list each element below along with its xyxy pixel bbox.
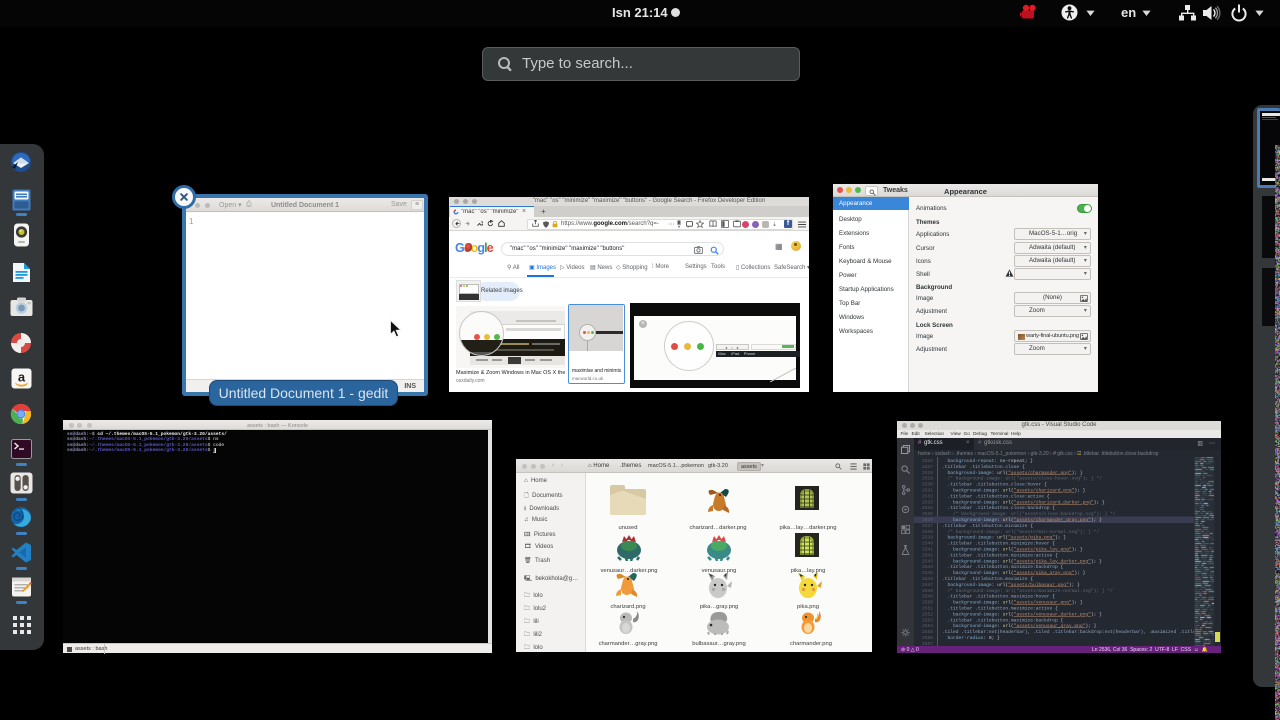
svg-text:a: a (18, 370, 26, 385)
